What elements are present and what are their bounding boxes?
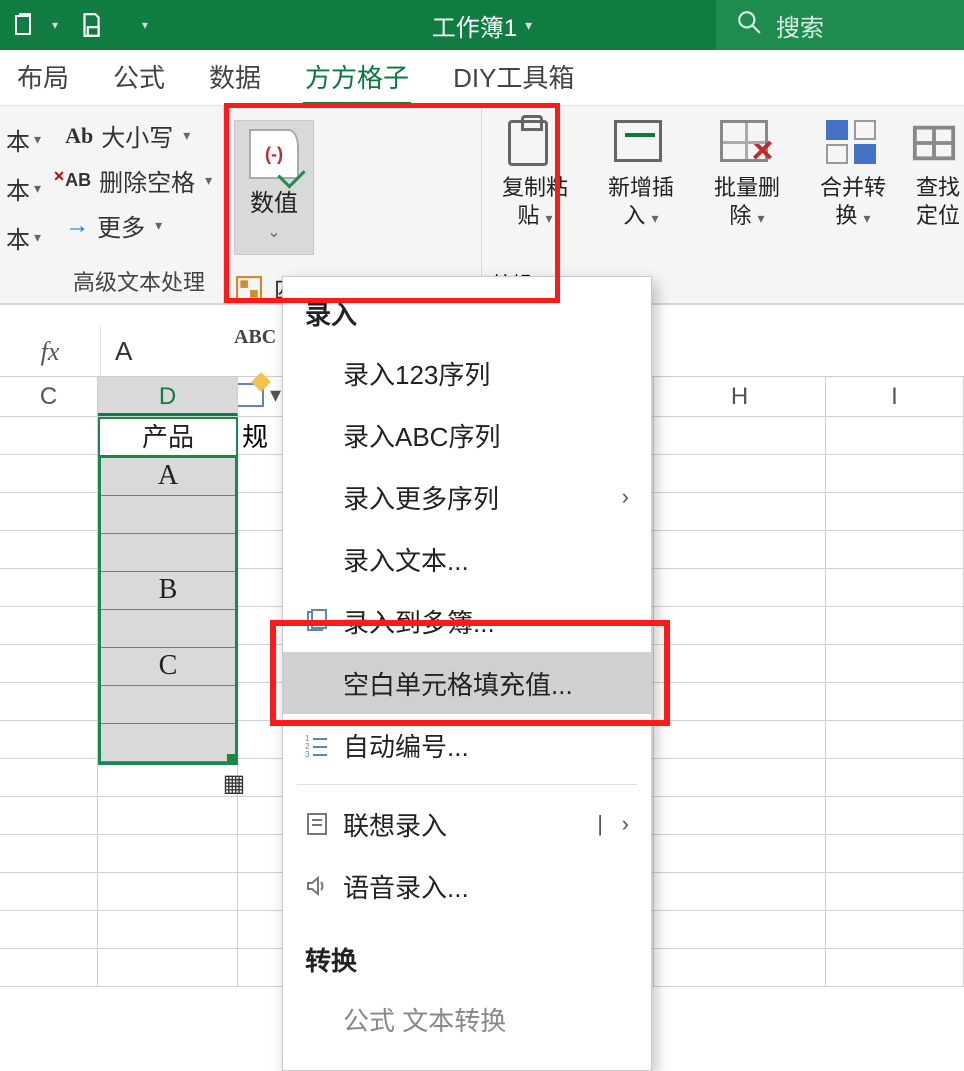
- insert-button[interactable]: 新增插入 ▾: [598, 120, 684, 229]
- fx-label[interactable]: fx: [0, 337, 100, 367]
- chevron-right-icon: ›: [622, 811, 629, 837]
- case-button[interactable]: Ab 大小写 ▾: [65, 118, 213, 153]
- sel-row-5[interactable]: C: [101, 648, 235, 686]
- menu-header-input: 录入: [283, 277, 651, 342]
- chevron-right-icon: ›: [622, 484, 629, 510]
- selection-range[interactable]: A B C: [98, 455, 238, 765]
- insert-icon: [614, 120, 662, 162]
- arrow-right-icon: →: [65, 212, 89, 240]
- selection-overlay: 产品 A B C ▦: [98, 417, 238, 765]
- tab-data[interactable]: 数据: [207, 50, 263, 105]
- menu-item-text[interactable]: 录入文本...: [283, 528, 651, 590]
- copy-paste-label: 复制粘贴: [502, 175, 568, 228]
- chevron-down-icon[interactable]: ▾: [525, 17, 532, 34]
- workbook-title[interactable]: 工作簿1 ▾: [432, 8, 532, 43]
- xab-icon: ✕AB: [65, 170, 91, 191]
- ribbon-left-stub: 本▾ 本▾ 本▾: [0, 106, 55, 303]
- quick-analysis-icon[interactable]: ▦: [224, 773, 244, 793]
- stub-b[interactable]: 本▾: [6, 171, 49, 206]
- menu-item-autonum[interactable]: 123 自动编号...: [283, 714, 651, 776]
- merge-button[interactable]: 合并转换 ▾: [810, 120, 896, 229]
- tab-diy[interactable]: DIY工具箱: [451, 50, 576, 105]
- qat-print-icon[interactable]: [76, 10, 106, 40]
- tab-fanfang[interactable]: 方方格子: [303, 50, 411, 105]
- delete-blank-button[interactable]: ✕AB 删除空格 ▾: [65, 163, 213, 198]
- stub-a[interactable]: 本▾: [6, 122, 49, 157]
- ab-icon: Ab: [65, 123, 93, 149]
- stub-c[interactable]: 本▾: [6, 220, 49, 255]
- workbook-title-text: 工作簿1: [432, 8, 517, 43]
- multibook-icon: [303, 607, 331, 635]
- batch-delete-button[interactable]: ✕ 批量删除 ▾: [704, 120, 790, 229]
- numeric-dropdown-menu: 录入 录入123序列 录入ABC序列 录入更多序列› 录入文本... 录入到多簿…: [282, 276, 652, 1071]
- case-label: 大小写: [101, 118, 173, 153]
- numeric-icon: (-): [249, 129, 299, 179]
- textproc-group-label: 高级文本处理: [65, 259, 213, 297]
- menu-item-lenovo[interactable]: 联想录入 | ›: [283, 793, 651, 855]
- find-icon: [911, 120, 964, 168]
- ribbon-group-edit: 复制粘贴 ▾ 新增插入 ▾ ✕ 批量删除 ▾ 合并转换 ▾ 查找定位查找定位 编…: [482, 106, 964, 303]
- menu-item-seqabc[interactable]: 录入ABC序列: [283, 404, 651, 466]
- menu-header-convert: 转换: [283, 917, 651, 988]
- search-bar[interactable]: 搜索: [716, 0, 964, 50]
- qat-overflow-icon[interactable]: ▾: [142, 18, 148, 32]
- clipboard-icon: [508, 120, 548, 166]
- menu-separator: [297, 784, 637, 785]
- menu-item-voice[interactable]: 语音录入...: [283, 855, 651, 917]
- menu-item-formula-convert[interactable]: 公式 文本转换: [283, 988, 651, 1050]
- chevron-down-icon: ⌄: [267, 222, 280, 242]
- doc-lines-icon: [303, 810, 331, 838]
- sel-row-2[interactable]: [101, 534, 235, 572]
- search-placeholder: 搜索: [776, 8, 824, 43]
- delete-icon: ✕: [720, 120, 768, 162]
- merge-label: 合并转换: [820, 175, 886, 228]
- numeric-label: 数值: [250, 183, 298, 218]
- numeric-dropdown-button[interactable]: (-) 数值 ⌄: [234, 120, 314, 255]
- more-text-button[interactable]: → 更多 ▾: [65, 208, 213, 243]
- col-header-H[interactable]: H: [654, 377, 826, 416]
- ribbon: 本▾ 本▾ 本▾ Ab 大小写 ▾ ✕AB 删除空格 ▾ → 更多 ▾ 高级文本…: [0, 105, 964, 305]
- search-icon: [736, 9, 762, 42]
- sel-row-4[interactable]: [101, 610, 235, 648]
- col-header-D[interactable]: D: [98, 377, 238, 416]
- sel-row-1[interactable]: [101, 496, 235, 534]
- insert-label: 新增插入: [608, 175, 674, 228]
- formula-value[interactable]: A: [101, 336, 132, 367]
- ribbon-group-numeric: (-) 数值 ⌄ 四舍五入 ▾ ABC 只保留数值 ▾ ＋▾: [224, 106, 482, 303]
- sel-row-0[interactable]: A: [101, 458, 235, 496]
- sel-row-7[interactable]: [101, 724, 235, 762]
- speaker-icon: [303, 872, 331, 900]
- col-header-I[interactable]: I: [826, 377, 964, 416]
- more-label: 更多: [97, 208, 145, 243]
- sel-row-3[interactable]: B: [101, 572, 235, 610]
- cell-header-product[interactable]: 产品: [98, 417, 238, 455]
- round-icon: [234, 274, 264, 304]
- menu-item-seq123[interactable]: 录入123序列: [283, 342, 651, 404]
- chevron-down-icon[interactable]: ▾: [52, 18, 58, 32]
- menu-item-fill-blank[interactable]: 空白单元格填充值...: [283, 652, 651, 714]
- delete-blank-label: 删除空格: [99, 163, 195, 198]
- batch-delete-label: 批量删除: [714, 175, 780, 228]
- list-number-icon: 123: [303, 731, 331, 759]
- qat-icon-1[interactable]: [10, 10, 40, 40]
- svg-text:3: 3: [305, 750, 310, 757]
- titlebar: ▾ ▾ 工作簿1 ▾ 搜索: [0, 0, 964, 50]
- menu-item-multibook[interactable]: 录入到多簿...: [283, 590, 651, 652]
- ribbon-tabs: 布局 公式 数据 方方格子 DIY工具箱: [0, 50, 964, 105]
- fill-handle[interactable]: [227, 754, 237, 764]
- menu-item-seqmore[interactable]: 录入更多序列›: [283, 466, 651, 528]
- tab-layout[interactable]: 布局: [15, 50, 71, 105]
- tab-formula[interactable]: 公式: [111, 50, 167, 105]
- copy-paste-button[interactable]: 复制粘贴 ▾: [492, 120, 578, 229]
- col-header-E[interactable]: [238, 377, 286, 416]
- ribbon-group-textproc: Ab 大小写 ▾ ✕AB 删除空格 ▾ → 更多 ▾ 高级文本处理: [55, 106, 224, 303]
- find-replace-button[interactable]: 查找定位查找定位: [916, 120, 960, 229]
- sel-row-6[interactable]: [101, 686, 235, 724]
- abc-icon: ABC: [234, 326, 276, 349]
- cell-E-header[interactable]: 规: [238, 417, 286, 454]
- col-header-C[interactable]: C: [0, 377, 98, 416]
- quick-access-toolbar: ▾ ▾: [0, 10, 148, 40]
- merge-icon: [826, 120, 876, 164]
